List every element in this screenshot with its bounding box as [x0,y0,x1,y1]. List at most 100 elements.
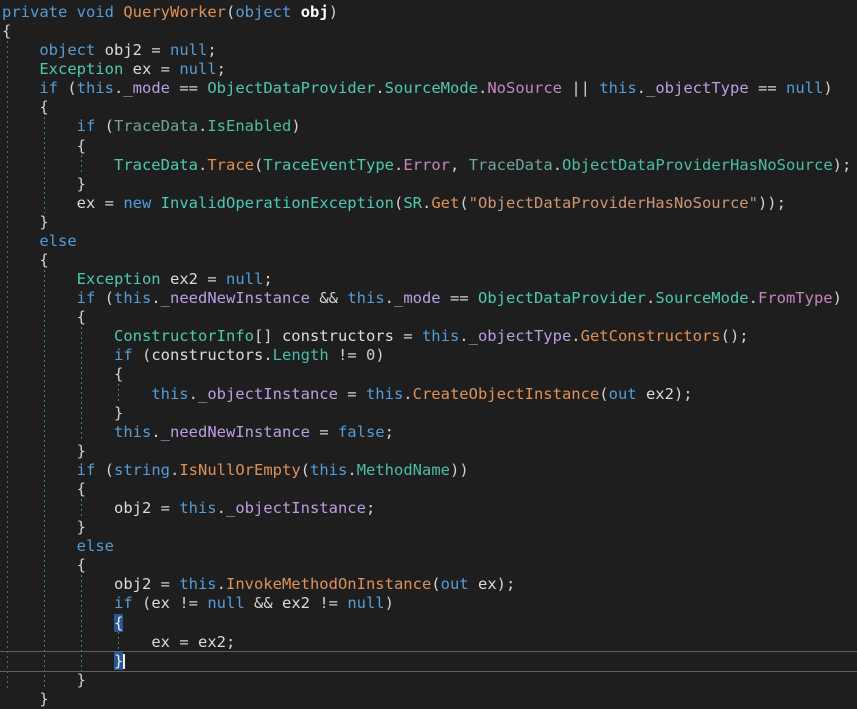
code-token-pln[interactable] [2,60,39,78]
code-line[interactable]: { [0,614,851,633]
code-line[interactable]: { [0,22,851,41]
code-token-kw[interactable]: object [235,3,291,21]
code-line[interactable]: Exception ex = null; [0,60,851,79]
code-token-pln[interactable]: = [95,194,123,212]
code-token-kw[interactable]: this [114,289,151,307]
code-token-ty[interactable]: Exception [77,270,161,288]
code-token-kw[interactable]: this [422,327,459,345]
code-line[interactable]: { [0,480,851,499]
code-token-mth[interactable]: QueryWorker [123,3,226,21]
code-token-tym[interactable]: TraceData [114,117,198,135]
code-token-loc[interactable]: ex [77,194,96,212]
code-token-loc[interactable]: constructors [282,327,394,345]
code-token-pln[interactable] [161,270,170,288]
code-token-pln[interactable]: { [2,308,86,326]
code-token-ty[interactable]: TraceData [114,156,198,174]
code-token-pln[interactable]: == [749,79,786,97]
code-token-pln[interactable] [2,346,114,364]
code-token-pln[interactable]: ( [459,194,468,212]
code-token-pln[interactable]: ( [133,346,152,364]
code-token-kw[interactable]: if [114,594,133,612]
code-token-pln[interactable]: || [562,79,599,97]
code-line[interactable]: ex = ex2; [0,633,851,652]
code-token-pln[interactable]: . [478,79,487,97]
code-token-pln[interactable]: . [170,461,179,479]
code-token-pln[interactable] [151,194,160,212]
code-line[interactable]: } [0,175,851,194]
code-line[interactable]: obj2 = this.InvokeMethodOnInstance(out e… [0,575,851,594]
code-token-pln[interactable]: != [310,594,347,612]
code-token-pln[interactable]: . [198,156,207,174]
code-token-pln[interactable]: ( [133,594,152,612]
code-token-kw[interactable]: new [123,194,151,212]
code-token-ty[interactable]: SourceMode [655,289,748,307]
code-token-pln[interactable]: { [2,22,11,40]
code-token-pln[interactable] [2,499,114,517]
code-token-pln[interactable]: = [394,327,422,345]
code-line[interactable]: } [0,518,851,537]
code-token-loc[interactable]: obj2 [114,499,151,517]
code-token-ty[interactable]: SR [403,194,422,212]
code-token-mth[interactable]: Get [431,194,459,212]
code-token-pln[interactable]: } [2,213,49,231]
code-token-pln[interactable]: == [170,79,207,97]
code-token-pln[interactable]: . [459,327,468,345]
code-token-pln[interactable] [2,41,39,59]
code-token-pln[interactable]: ( [599,385,608,403]
code-line[interactable]: else [0,232,851,251]
code-token-mth[interactable]: CreateObjectInstance [413,385,600,403]
code-token-fld[interactable]: _objectInstance [226,499,366,517]
code-line[interactable]: ex = new InvalidOperationException(SR.Ge… [0,194,851,213]
code-token-loc[interactable]: obj2 [105,41,142,59]
code-token-kw[interactable]: this [366,385,403,403]
code-token-mem[interactable]: ObjectDataProviderHasNoSource [562,156,833,174]
code-line[interactable]: } [0,442,851,461]
code-token-pln[interactable]: } [2,671,86,689]
code-token-pln[interactable]: ) [291,117,300,135]
code-token-loc[interactable]: ex2 [170,270,198,288]
code-token-par[interactable]: obj [301,3,329,21]
code-token-pln[interactable] [469,575,478,593]
code-token-pln[interactable]: && [310,289,347,307]
code-line[interactable]: } [0,671,851,690]
code-token-pln[interactable] [637,385,646,403]
code-token-kw[interactable]: null [179,60,216,78]
code-token-loc[interactable]: ex [478,575,497,593]
code-token-pln[interactable]: ) [375,346,384,364]
code-token-pln[interactable]: ) [329,3,338,21]
code-token-pln[interactable]: . [217,575,226,593]
code-token-loc[interactable]: ex2 [198,633,226,651]
code-token-pln[interactable]: ( [95,461,114,479]
code-token-pln[interactable]: , [450,156,469,174]
code-token-fld[interactable]: _objectType [469,327,572,345]
code-token-kw[interactable]: this [179,575,216,593]
code-token-fld[interactable]: _mode [123,79,170,97]
code-token-enm[interactable]: NoSource [487,79,562,97]
code-line[interactable]: private void QueryWorker(object obj) [0,3,851,22]
code-token-pln[interactable]: ( [95,289,114,307]
code-token-kw[interactable]: this [179,499,216,517]
code-token-pln[interactable] [2,385,151,403]
code-token-pln[interactable]: = [151,575,179,593]
code-token-ty[interactable]: SourceMode [385,79,478,97]
code-token-pln[interactable]: . [403,385,412,403]
code-token-pln[interactable] [2,594,114,612]
code-token-mth[interactable]: InvokeMethodOnInstance [226,575,431,593]
code-token-pln[interactable]: . [217,499,226,517]
code-token-pln[interactable]: . [571,327,580,345]
code-token-pln[interactable]: . [394,156,403,174]
code-token-kw[interactable]: if [114,346,133,364]
code-token-pln[interactable]: } [2,690,49,708]
code-text-area[interactable]: private void QueryWorker(object obj){ ob… [0,3,851,709]
code-line[interactable]: if (ex != null && ex2 != null) [0,594,851,613]
code-line[interactable]: if (string.IsNullOrEmpty(this.MethodName… [0,461,851,480]
code-token-kw[interactable]: out [609,385,637,403]
code-line[interactable]: } [0,213,851,232]
code-token-kw[interactable]: if [39,79,58,97]
code-token-pln[interactable] [67,3,76,21]
code-token-pln[interactable]: { [2,251,49,269]
code-token-pln[interactable]: . [385,289,394,307]
code-token-pln[interactable]: ( [95,117,114,135]
code-token-pln[interactable]: } [2,175,86,193]
code-token-brh[interactable]: } [114,652,123,670]
